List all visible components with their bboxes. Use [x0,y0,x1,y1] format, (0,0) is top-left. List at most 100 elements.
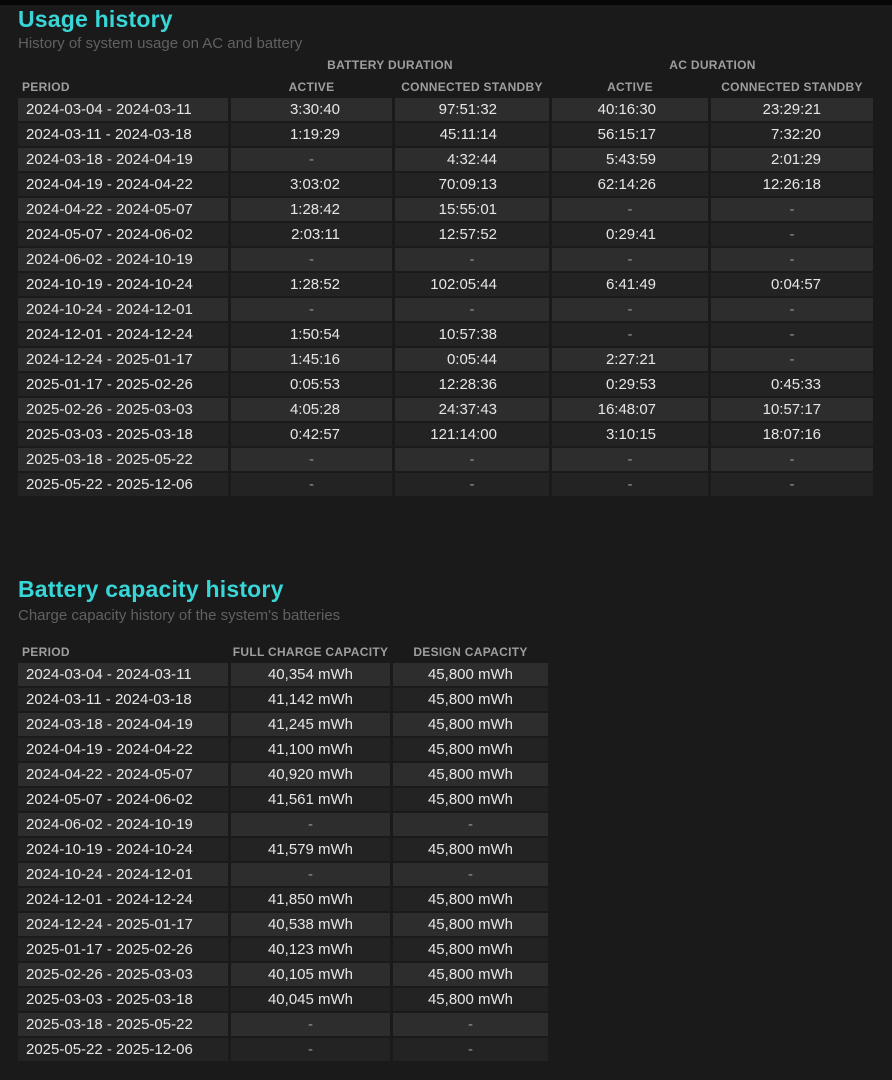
period-cell: 2024-12-24 - 2025-01-17 [18,913,228,936]
value-cell: - [231,473,392,496]
value-cell: - [231,1038,390,1061]
column-header-ac-active: ACTIVE [552,80,708,94]
value-cell: 2:03:11 [231,223,392,246]
value-cell: 0:42:57 [231,423,392,446]
period-cell: 2024-05-07 - 2024-06-02 [18,223,228,246]
value-cell: - [711,223,873,246]
value-cell: 40,354 mWh [231,663,390,686]
value-cell: 1:19:29 [231,123,392,146]
period-cell: 2025-05-22 - 2025-12-06 [18,1038,228,1061]
value-cell: - [552,473,708,496]
value-cell: - [393,1013,548,1036]
period-cell: 2024-04-19 - 2024-04-22 [18,173,228,196]
period-cell: 2025-02-26 - 2025-03-03 [18,398,228,421]
value-cell: 0:29:53 [552,373,708,396]
value-cell: 6:41:49 [552,273,708,296]
value-cell: 24:37:43 [395,398,549,421]
period-cell: 2025-02-26 - 2025-03-03 [18,963,228,986]
value-cell: - [711,198,873,221]
period-cell: 2024-04-22 - 2024-05-07 [18,763,228,786]
value-cell: - [552,323,708,346]
column-header-design-capacity: DESIGN CAPACITY [393,645,548,659]
value-cell: - [395,248,549,271]
period-cell: 2024-04-19 - 2024-04-22 [18,738,228,761]
value-cell: 45,800 mWh [393,713,548,736]
value-cell: 70:09:13 [395,173,549,196]
value-cell: 0:04:57 [711,273,873,296]
battery-capacity-title: Battery capacity history [18,576,284,603]
value-cell: - [231,813,390,836]
value-cell: - [711,298,873,321]
period-cell: 2024-03-11 - 2024-03-18 [18,123,228,146]
value-cell: 0:05:53 [231,373,392,396]
value-cell: - [231,863,390,886]
column-header-ac-connected-standby: CONNECTED STANDBY [711,80,873,94]
value-cell: 121:14:00 [395,423,549,446]
value-cell: 41,142 mWh [231,688,390,711]
value-cell: 41,561 mWh [231,788,390,811]
value-cell: 45,800 mWh [393,913,548,936]
value-cell: 102:05:44 [395,273,549,296]
period-cell: 2024-12-24 - 2025-01-17 [18,348,228,371]
top-edge-strip [0,0,892,5]
value-cell: 45,800 mWh [393,888,548,911]
column-header-battery-connected-standby: CONNECTED STANDBY [395,80,549,94]
value-cell: 40,538 mWh [231,913,390,936]
value-cell: - [393,863,548,886]
value-cell: - [711,473,873,496]
value-cell: 41,100 mWh [231,738,390,761]
value-cell: - [552,448,708,471]
value-cell: 5:43:59 [552,148,708,171]
value-cell: - [552,248,708,271]
period-cell: 2025-03-03 - 2025-03-18 [18,988,228,1011]
value-cell: 3:30:40 [231,98,392,121]
value-cell: 62:14:26 [552,173,708,196]
value-cell: 0:45:33 [711,373,873,396]
value-cell: 45,800 mWh [393,688,548,711]
value-cell: 40,045 mWh [231,988,390,1011]
value-cell: - [231,1013,390,1036]
value-cell: 12:28:36 [395,373,549,396]
value-cell: 1:50:54 [231,323,392,346]
value-cell: 1:45:16 [231,348,392,371]
value-cell: 4:32:44 [395,148,549,171]
value-cell: 45,800 mWh [393,963,548,986]
value-cell: 56:15:17 [552,123,708,146]
period-cell: 2024-12-01 - 2024-12-24 [18,323,228,346]
value-cell: 40:16:30 [552,98,708,121]
column-header-battery-active: ACTIVE [231,80,392,94]
value-cell: 41,850 mWh [231,888,390,911]
value-cell: 97:51:32 [395,98,549,121]
value-cell: - [231,448,392,471]
value-cell: 40,920 mWh [231,763,390,786]
usage-history-title: Usage history [18,6,173,33]
value-cell: 18:07:16 [711,423,873,446]
period-cell: 2025-03-03 - 2025-03-18 [18,423,228,446]
value-cell: 0:05:44 [395,348,549,371]
battery-capacity-table: 2024-03-04 - 2024-03-1140,354 mWh45,800 … [18,663,548,1061]
value-cell: - [395,298,549,321]
usage-column-header-row: PERIOD ACTIVE CONNECTED STANDBY ACTIVE C… [18,80,873,96]
value-cell: 1:28:52 [231,273,392,296]
period-cell: 2025-05-22 - 2025-12-06 [18,473,228,496]
value-cell: - [711,248,873,271]
column-header-period: PERIOD [22,645,70,659]
value-cell: 45,800 mWh [393,738,548,761]
value-cell: - [231,298,392,321]
period-cell: 2024-06-02 - 2024-10-19 [18,248,228,271]
value-cell: 0:29:41 [552,223,708,246]
period-cell: 2024-04-22 - 2024-05-07 [18,198,228,221]
value-cell: 12:57:52 [395,223,549,246]
value-cell: 45,800 mWh [393,663,548,686]
value-cell: 12:26:18 [711,173,873,196]
value-cell: 2:01:29 [711,148,873,171]
period-cell: 2024-10-24 - 2024-12-01 [18,298,228,321]
value-cell: - [393,813,548,836]
value-cell: 1:28:42 [231,198,392,221]
value-cell: - [231,248,392,271]
value-cell: 23:29:21 [711,98,873,121]
value-cell: 15:55:01 [395,198,549,221]
value-cell: 2:27:21 [552,348,708,371]
value-cell: 4:05:28 [231,398,392,421]
value-cell: - [711,323,873,346]
